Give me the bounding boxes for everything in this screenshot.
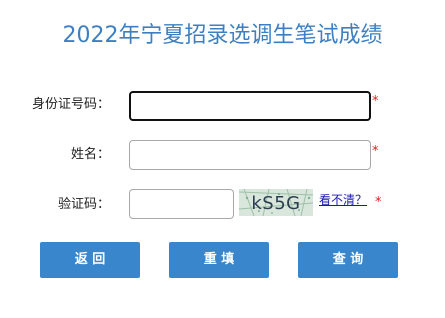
query-button[interactable]: 查 询 xyxy=(298,242,398,278)
captcha-label: 验证码： xyxy=(57,197,110,212)
reset-button[interactable]: 重 填 xyxy=(169,242,269,278)
id-number-label: 身份证号码： xyxy=(31,97,110,112)
id-number-input[interactable] xyxy=(129,91,371,121)
captcha-image[interactable]: kS5G xyxy=(239,189,313,216)
page-title: 2022年宁夏招录选调生笔试成绩 xyxy=(62,23,383,48)
name-input[interactable] xyxy=(129,140,371,170)
refresh-captcha-link[interactable]: 看不清？ xyxy=(319,192,367,208)
back-button[interactable]: 返 回 xyxy=(40,242,140,278)
captcha-input[interactable] xyxy=(129,189,234,219)
score-query-page: 2022年宁夏招录选调生笔试成绩 身份证号码： * 姓名： * 验证码： kS5… xyxy=(0,0,445,318)
name-required-mark: * xyxy=(372,144,379,159)
id-required-mark: * xyxy=(372,94,379,109)
captcha-required-mark: * xyxy=(375,195,382,210)
name-label: 姓名： xyxy=(70,147,110,162)
captcha-text: kS5G xyxy=(251,193,300,214)
